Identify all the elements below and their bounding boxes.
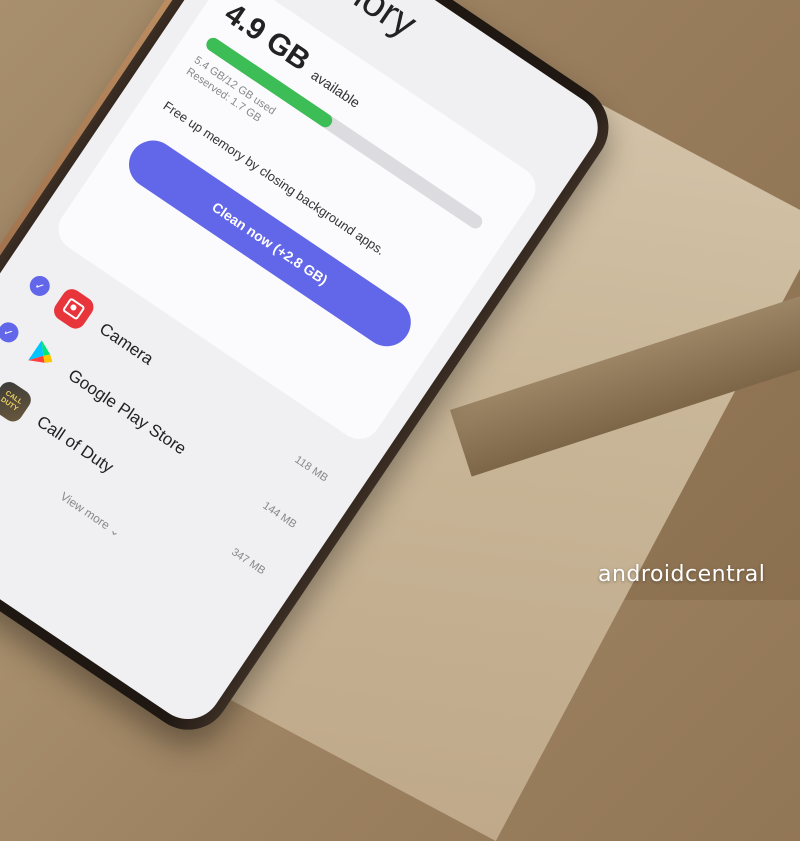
checkbox-checked-icon[interactable]: ✓ <box>0 318 23 347</box>
camera-icon <box>50 285 98 333</box>
checkbox-checked-icon[interactable]: ✓ <box>25 272 54 300</box>
app-size: 118 MB <box>292 453 330 485</box>
play-store-icon <box>19 332 66 379</box>
watermark-logo: androidcentral <box>598 562 766 587</box>
app-size: 347 MB <box>229 546 268 578</box>
chevron-down-icon: ⌄ <box>107 522 124 540</box>
available-label: available <box>308 66 364 111</box>
call-of-duty-icon: CALL DUTY <box>0 378 35 426</box>
app-size: 144 MB <box>260 499 299 531</box>
